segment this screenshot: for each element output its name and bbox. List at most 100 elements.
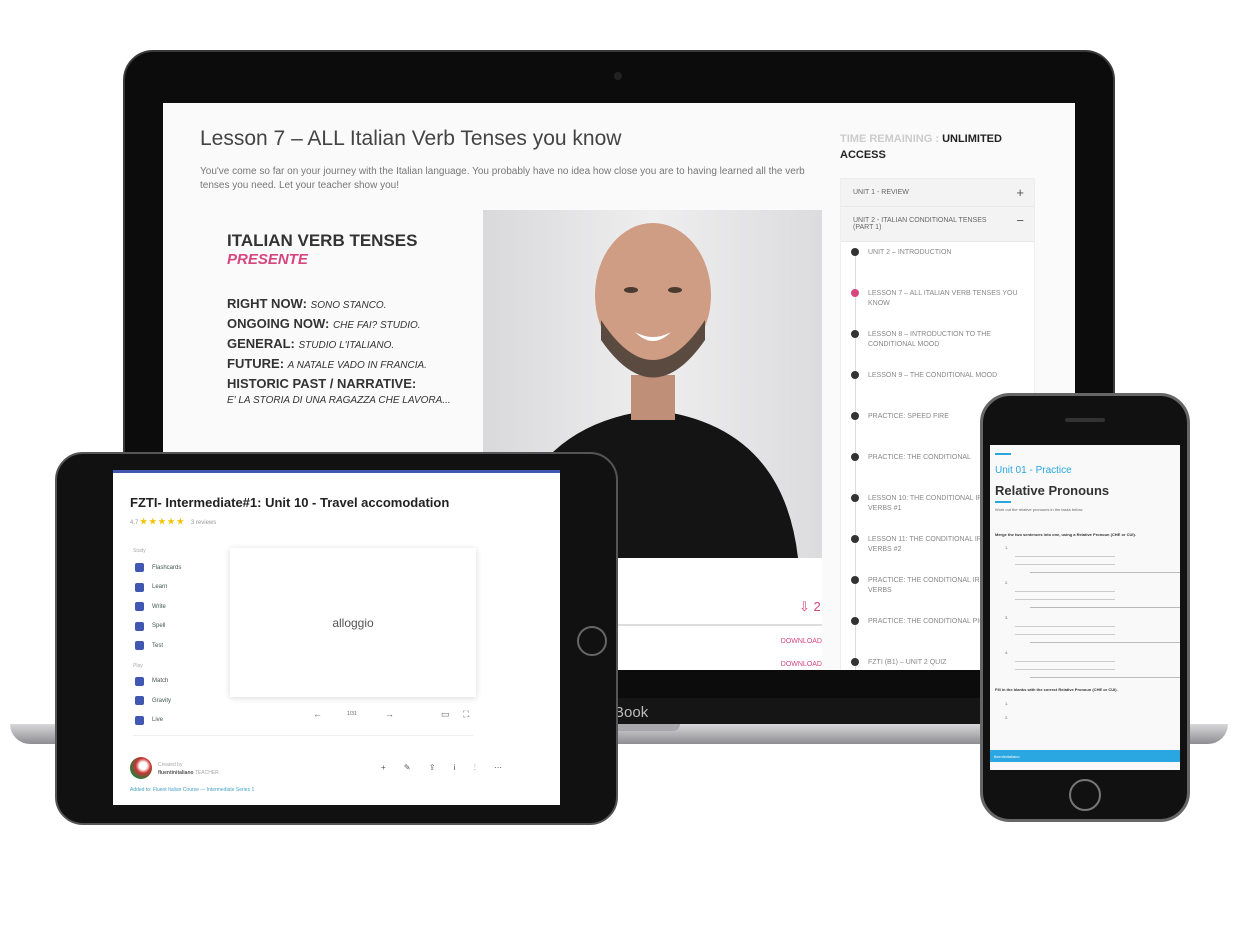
slide-line: ONGOING NOW: CHE FAI? STUDIO. (227, 316, 421, 331)
slide-heading: ITALIAN VERB TENSES (227, 231, 418, 250)
star-icons: ★★★★★ (140, 517, 186, 526)
mode-write[interactable]: Write (135, 602, 166, 611)
added-to-link[interactable]: Added to: Fluent Italian Course — Interm… (130, 787, 254, 793)
expand-icon[interactable]: + (1016, 185, 1024, 200)
keyboard-icon[interactable]: ▭ (441, 709, 450, 720)
unit-header[interactable]: UNIT 2 - ITALIAN CONDITIONAL TENSES (PAR… (841, 207, 1034, 242)
lesson-dot-icon (851, 371, 859, 379)
download-link[interactable]: DOWNLOAD (781, 638, 822, 645)
collapse-icon[interactable]: − (1016, 213, 1024, 228)
laptop-brand: Book (614, 704, 649, 721)
text-placeholder (1015, 661, 1115, 662)
write-icon (135, 602, 144, 611)
download-link[interactable]: DOWNLOAD (781, 661, 822, 668)
video-slide: ITALIAN VERB TENSES PRESENTE RIGHT NOW: … (227, 231, 487, 411)
card-position: 1/31 (347, 711, 357, 717)
text-placeholder (1015, 626, 1115, 627)
study-label: Study (133, 548, 146, 554)
play-label: Play (133, 662, 143, 669)
next-arrow-icon[interactable]: → (385, 709, 394, 719)
fill-item: 2. (1005, 715, 1009, 720)
text-placeholder (1015, 599, 1115, 600)
mode-live[interactable]: Live (135, 715, 163, 725)
lesson-dot-icon (851, 617, 859, 625)
text-placeholder (1015, 591, 1115, 592)
lesson-item[interactable]: LESSON 8 – INTRODUCTION TO THE CONDITION… (841, 330, 1034, 371)
flashcard-term: alloggio (332, 615, 374, 630)
accent-bar (995, 453, 1011, 455)
answer-line[interactable] (1030, 572, 1180, 573)
fill-item: 1. (1005, 701, 1009, 706)
time-remaining: TIME REMAINING : UNLIMITED ACCESS (840, 133, 1002, 161)
text-placeholder (1015, 634, 1115, 635)
unit-label: Unit 01 - Practice (995, 465, 1072, 476)
lesson-title: Lesson 7 – ALL Italian Verb Tenses you k… (200, 127, 622, 150)
lesson-dot-icon (851, 412, 859, 420)
answer-line[interactable] (1030, 677, 1180, 678)
phone-speaker (1065, 418, 1105, 422)
test-icon (135, 641, 144, 650)
mode-match[interactable]: Match (135, 676, 168, 686)
spell-icon (135, 621, 144, 631)
unit-header[interactable]: UNIT 1 - REVIEW + (841, 179, 1034, 207)
section-heading: Fill in the blanks with the correct Rela… (995, 687, 1118, 692)
text-placeholder (1015, 669, 1115, 670)
phone-screen: Unit 01 - Practice Relative Pronouns Wor… (990, 445, 1180, 770)
gravity-icon (135, 696, 144, 705)
current-lesson-dot-icon (851, 289, 859, 297)
tablet-screen: FZTI- Intermediate#1: Unit 10 - Travel a… (113, 470, 560, 805)
lesson-dot-icon (851, 494, 859, 502)
prev-arrow-icon[interactable]: ← (313, 709, 322, 719)
home-button (1069, 779, 1101, 811)
camera (614, 72, 622, 80)
match-icon (135, 676, 144, 686)
set-title: FZTI- Intermediate#1: Unit 10 - Travel a… (130, 495, 450, 510)
fullscreen-icon[interactable]: ⛶ (463, 709, 469, 720)
mode-flashcards[interactable]: Flashcards (135, 563, 181, 572)
downloads-count: ⇩ 2 (799, 599, 821, 614)
flashcard[interactable]: alloggio (230, 548, 476, 697)
slide-line: FUTURE: A NATALE VADO IN FRANCIA. (227, 356, 427, 371)
lesson-item[interactable]: UNIT 2 – INTRODUCTION (841, 248, 1034, 289)
lesson-item[interactable]: LESSON 7 – ALL ITALIAN VERB TENSES YOU K… (841, 289, 1034, 330)
answer-line[interactable] (1030, 642, 1180, 643)
creator-label: Created by (158, 762, 183, 768)
mode-learn[interactable]: Learn (135, 582, 167, 592)
worksheet-title: Relative Pronouns (995, 483, 1110, 498)
live-icon (135, 715, 144, 725)
lesson-dot-icon (851, 453, 859, 461)
instruction: Work out the relative pronouns in the ta… (995, 507, 1084, 512)
mode-gravity[interactable]: Gravity (135, 696, 171, 705)
slide-line: HISTORIC PAST / NARRATIVE: (227, 376, 417, 391)
mode-spell[interactable]: Spell (135, 621, 165, 631)
exercise-item: 2. (1005, 580, 1009, 585)
mode-test[interactable]: Test (135, 641, 163, 650)
lesson-description: You've come so far on your journey with … (200, 166, 805, 191)
lesson-dot-icon (851, 248, 859, 256)
lesson-dot-icon (851, 535, 859, 543)
slide-line: RIGHT NOW: SONO STANCO. (227, 296, 387, 311)
exercise-item: 4. (1005, 650, 1009, 655)
footer-bar: fluentinitaliano (990, 750, 1180, 762)
lesson-dot-icon (851, 658, 859, 666)
text-placeholder (1015, 564, 1115, 565)
rating: 4.7 ★★★★★ 3 reviews (130, 517, 217, 526)
lesson-dot-icon (851, 330, 859, 338)
download-icon: ⇩ (799, 599, 810, 614)
creator-name[interactable]: fluentinitaliano TEACHER (158, 770, 219, 776)
accent-bar (995, 501, 1011, 503)
divider (133, 735, 473, 736)
set-actions[interactable]: + ✎ ⇪ i ⫶ ⋯ (381, 763, 510, 773)
exercise-item: 1. (1005, 545, 1009, 550)
lesson-dot-icon (851, 576, 859, 584)
slide-subheading: PRESENTE (227, 251, 308, 268)
slide-last-example: E' LA STORIA DI UNA RAGAZZA CHE LAVORA..… (227, 395, 451, 406)
avatar[interactable] (130, 757, 152, 779)
home-button (577, 626, 607, 656)
slide-line: GENERAL: STUDIO L'ITALIANO. (227, 336, 395, 351)
learn-icon (135, 582, 144, 592)
exercise-item: 3. (1005, 615, 1009, 620)
answer-line[interactable] (1030, 607, 1180, 608)
text-placeholder (1015, 556, 1115, 557)
section-heading: Merge the two sentences into one, using … (995, 532, 1136, 537)
